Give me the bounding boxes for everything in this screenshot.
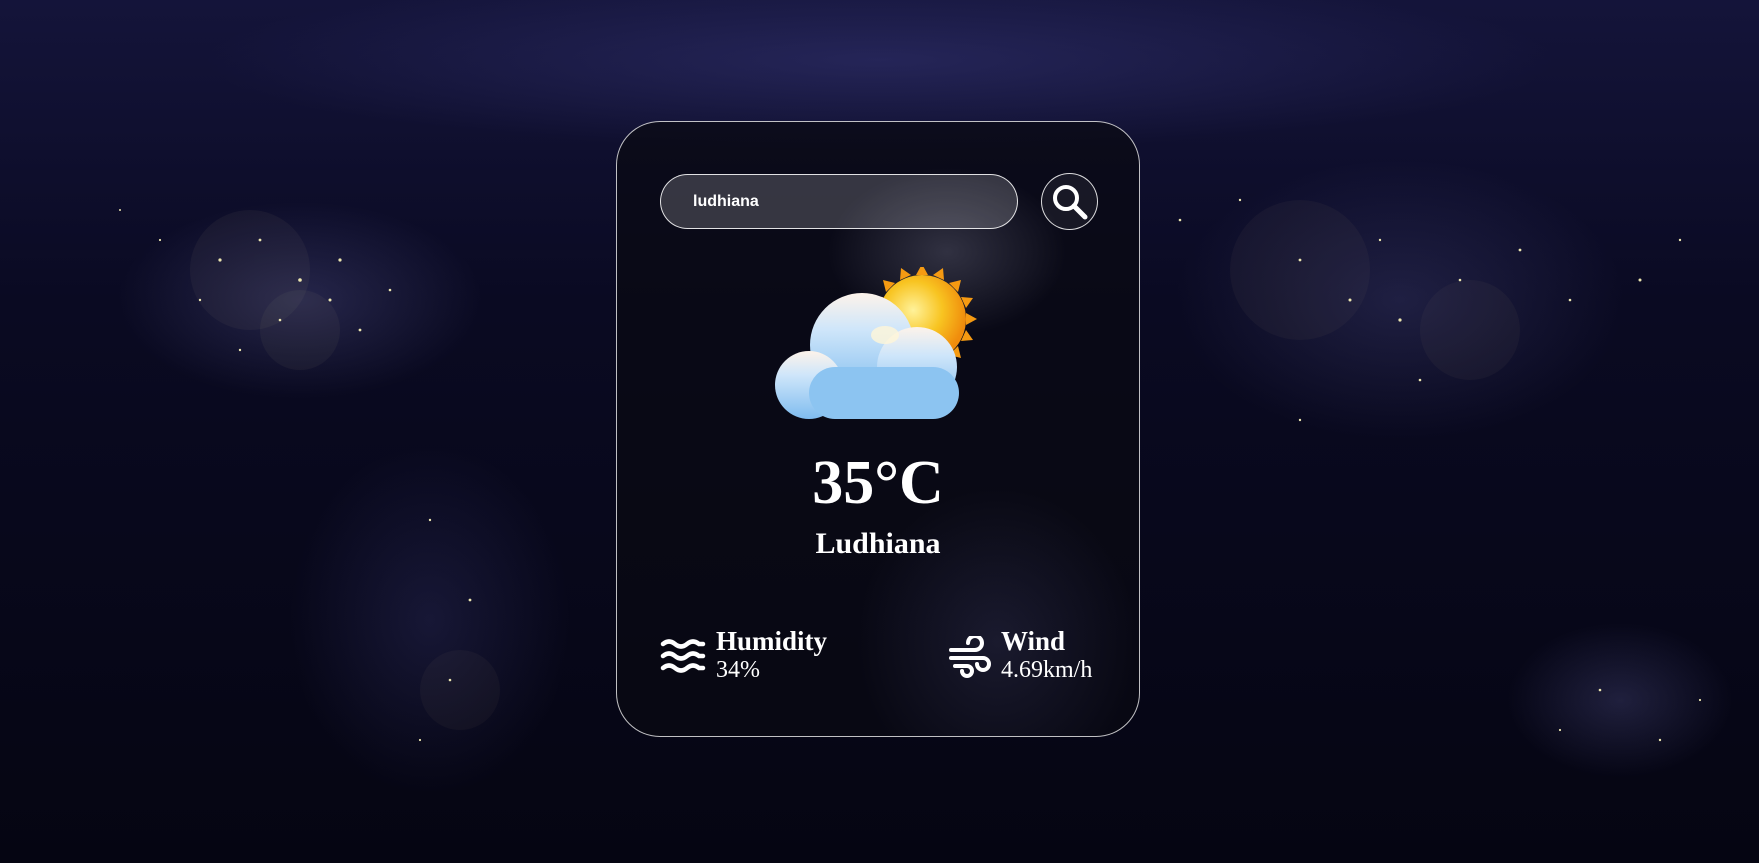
humidity-stat: Humidity 34% [660, 628, 827, 685]
temperature: 35°C [812, 449, 944, 517]
partly-cloudy-icon [775, 264, 977, 419]
wind-label: Wind [1001, 626, 1066, 656]
weather-card: 35°C Ludhiana Humidity 34% Wind 4.69km/h [616, 121, 1140, 737]
search-icon [1052, 184, 1087, 219]
humidity-label: Humidity [716, 626, 828, 656]
wind-icon [949, 636, 991, 678]
weather-condition-image [767, 264, 987, 427]
wind-value: 4.69km/h [1001, 657, 1093, 683]
search-bar [660, 173, 1100, 231]
search-button[interactable] [1041, 173, 1098, 230]
city-name: Ludhiana [815, 527, 941, 560]
humidity-waves-icon [660, 639, 706, 673]
wind-stat: Wind 4.69km/h [949, 628, 1092, 685]
humidity-value: 34% [716, 657, 760, 683]
search-input[interactable] [660, 174, 1018, 229]
